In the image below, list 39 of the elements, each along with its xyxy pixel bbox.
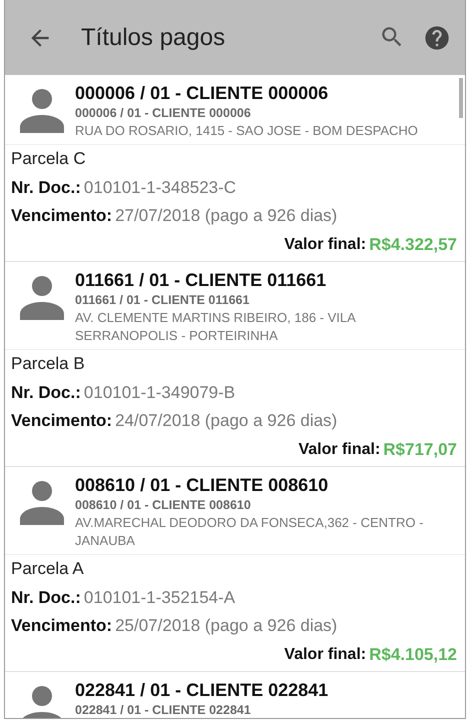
client-title: 000006 / 01 - CLIENTE 000006 [75,82,330,105]
total-label: Valor final: [284,646,366,664]
total-value: R$4.105,12 [369,644,457,665]
client-title: 011661 / 01 - CLIENTE 011661 [75,269,328,292]
due-date: 27/07/2018 (pago a 926 dias) [115,206,338,226]
person-icon [19,276,65,320]
person-icon [19,89,65,133]
total-label: Valor final: [298,440,380,459]
client-subtitle: 008610 / 01 - CLIENTE 008610 [75,497,252,514]
help-icon[interactable] [423,24,451,52]
due-label: Vencimento: [11,411,112,432]
client-title: 022841 / 01 - CLIENTE 022841 [75,679,328,702]
client-subtitle: 011661 / 01 - CLIENTE 011661 [75,292,250,309]
client-subtitle: 022841 / 01 - CLIENTE 022841 [75,702,252,718]
installment-label: Parcela B [11,353,86,376]
doc-number: 010101-1-349079-B [84,382,236,403]
total-value: R$717,07 [383,440,457,460]
person-icon [19,481,65,525]
client-title: 008610 / 01 - CLIENTE 008610 [75,474,330,497]
total-label: Valor final: [284,236,366,254]
doc-number: 010101-1-352154-A [84,588,236,608]
total-value: R$4.322,57 [369,234,457,255]
due-date: 24/07/2018 (pago a 926 dias) [115,411,338,432]
client-address: AV.MARECHAL DEODORO DA FONSECA,362 - CENTRO - JANAUBA [75,514,424,550]
client-subtitle: 000006 / 01 - CLIENTE 000006 [75,105,252,122]
doc-label: Nr. Doc.: [11,178,81,198]
client-address: AV. CLEMENTE MARTINS RIBEIRO, 186 - VILA SERRANOPOLIS - PORTEIRINHA [75,309,357,345]
client-address: RUA DO ROSARIO, 1415 - SAO JOSE - BOM DESPACHO [75,122,418,140]
screen-title: Títulos pagos [81,24,226,52]
installment-label: Parcela A [11,558,85,580]
due-label: Vencimento: [11,616,112,636]
due-label: Vencimento: [11,206,112,226]
doc-label: Nr. Doc.: [11,588,81,608]
installment-label: Parcela C [11,148,87,170]
doc-number: 010101-1-348523-C [84,178,236,198]
doc-label: Nr. Doc.: [11,382,81,403]
due-date: 25/07/2018 (pago a 926 dias) [115,616,338,636]
list-item[interactable]: 022841 / 01 - CLIENTE 022841 022841 / 01 - CLIENTE 022841 [5,672,465,718]
scrollbar [459,78,463,118]
